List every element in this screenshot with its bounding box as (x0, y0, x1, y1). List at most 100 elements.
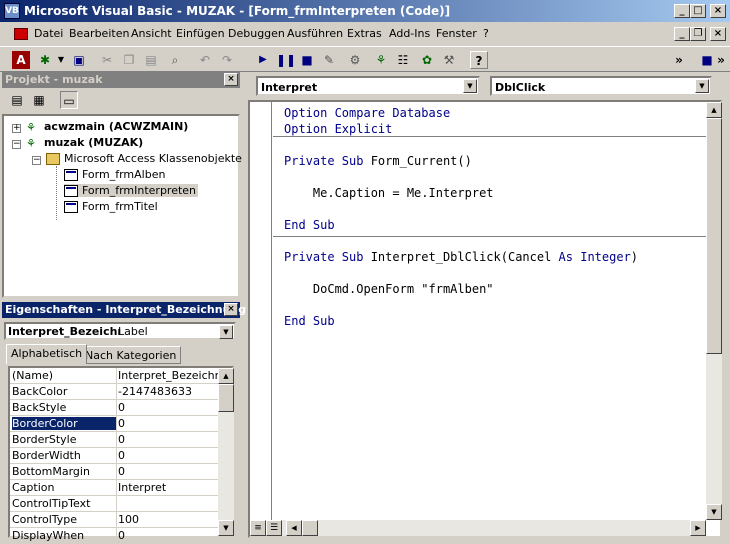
vb-small-icon[interactable] (14, 28, 28, 40)
property-row[interactable]: ControlType 100 (10, 512, 218, 528)
code-vscrollbar[interactable]: ▲ ▼ (706, 102, 722, 520)
code-line[interactable]: Private Sub Form_Current() (284, 154, 472, 168)
scroll-left-icon[interactable]: ◀ (286, 520, 302, 536)
collapse-icon[interactable]: − (32, 156, 41, 165)
property-row[interactable]: BorderWidth 0 (10, 448, 218, 464)
redo-icon[interactable]: ↷ (218, 51, 236, 69)
menu-fenster[interactable]: Fenster (436, 27, 477, 40)
property-grid[interactable]: (Name) Interpret_Bezeichnu BackColor -21474… (8, 366, 234, 544)
property-value[interactable]: 0 (118, 417, 218, 430)
vb-icon[interactable]: VB (4, 3, 20, 19)
menu-datei[interactable]: Datei (34, 27, 63, 40)
scroll-down-icon[interactable]: ▼ (706, 504, 722, 520)
property-row[interactable]: BackStyle 0 (10, 400, 218, 416)
title-bar[interactable]: VB Microsoft Visual Basic - MUZAK - [For… (0, 0, 730, 22)
menu-ausfuehren[interactable]: Ausführen (287, 27, 343, 40)
properties-header[interactable]: Eigenschaften - Interpret_Bezeichnung × (2, 302, 246, 318)
scroll-up-icon[interactable]: ▲ (706, 102, 722, 118)
undo-icon[interactable]: ↶ (196, 51, 214, 69)
property-value[interactable]: -2147483633 (118, 385, 218, 398)
property-row[interactable]: BorderStyle 0 (10, 432, 218, 448)
menu-help[interactable]: ? (483, 27, 489, 40)
design-mode-icon[interactable]: ✎ (320, 51, 338, 69)
object-browser-icon[interactable]: ✿ (418, 51, 436, 69)
project-tree[interactable]: + ⚘ acwzmain (ACWZMAIN) − ⚘ muzak (MUZAK) … (2, 114, 242, 298)
property-value[interactable]: Interpret (118, 481, 218, 494)
paste-icon[interactable]: ▤ (142, 51, 160, 69)
properties-icon[interactable]: ☷ (394, 51, 412, 69)
chevron-down-icon[interactable]: ▼ (463, 79, 477, 93)
copy-icon[interactable]: ❐ (120, 51, 138, 69)
property-row[interactable]: BorderColor 0 (10, 416, 218, 432)
menu-ansicht[interactable]: Ansicht (131, 27, 172, 40)
tab-alphabetisch[interactable]: Alphabetisch (6, 344, 88, 364)
properties-close-icon[interactable]: × (224, 303, 238, 316)
code-line[interactable]: Option Explicit (284, 122, 392, 136)
mdi-minimize-button[interactable]: _ (674, 27, 690, 41)
run-icon[interactable]: ▶ (254, 51, 272, 69)
chevron-down-icon[interactable]: ▼ (695, 79, 709, 93)
toggle-folders-icon[interactable]: ▭ (60, 91, 78, 109)
view-code-icon[interactable]: ▤ (8, 91, 26, 109)
tree-node-form-frminterpreten[interactable]: Form_frmInterpreten (64, 184, 199, 197)
reset-icon[interactable]: ■ (298, 51, 316, 69)
help-icon[interactable]: ? (470, 51, 488, 69)
toolbox-icon[interactable]: ⚒ (440, 51, 458, 69)
property-row[interactable]: BottomMargin 0 (10, 464, 218, 480)
scroll-thumb[interactable] (218, 384, 234, 412)
property-value[interactable]: Interpret_Bezeichnu (118, 369, 218, 382)
code-line[interactable]: DoCmd.OpenForm "frmAlben" (284, 282, 494, 296)
property-value[interactable]: 100 (118, 513, 218, 526)
margin-indicator-bar[interactable] (250, 102, 272, 520)
property-value[interactable]: 0 (118, 433, 218, 446)
tree-node-muzak[interactable]: ⚘ muzak (MUZAK) (26, 136, 143, 150)
property-value[interactable]: 0 (118, 529, 218, 542)
view-object-icon[interactable]: ▦ (30, 91, 48, 109)
code-line[interactable]: End Sub (284, 314, 335, 328)
scroll-thumb[interactable] (302, 520, 318, 536)
object-combo[interactable]: Interpret ▼ (256, 76, 480, 96)
close-button[interactable]: × (710, 4, 726, 18)
toolbar2-overflow-icon[interactable]: » (712, 51, 730, 69)
scroll-right-icon[interactable]: ▶ (690, 520, 706, 536)
code-line[interactable]: Me.Caption = Me.Interpret (284, 186, 494, 200)
menu-debuggen[interactable]: Debuggen (228, 27, 285, 40)
menu-add-ins[interactable]: Add-Ins (389, 27, 430, 40)
property-row[interactable]: Caption Interpret (10, 480, 218, 496)
code-hscrollbar[interactable]: ≡ ☰ ◀ ▶ (250, 520, 706, 536)
project-explorer-icon[interactable]: ⚘ (372, 51, 390, 69)
property-row[interactable]: (Name) Interpret_Bezeichnu (10, 368, 218, 384)
scroll-up-icon[interactable]: ▲ (218, 368, 234, 384)
break-icon[interactable]: ❚❚ (276, 51, 296, 69)
property-row[interactable]: BackColor -2147483633 (10, 384, 218, 400)
procedure-view-icon[interactable]: ≡ (250, 520, 266, 536)
properties-scrollbar[interactable]: ▲ ▼ (218, 368, 234, 536)
collapse-icon[interactable]: − (12, 140, 21, 149)
project-explorer-header[interactable]: Projekt - muzak × (2, 72, 240, 88)
property-row[interactable]: DisplayWhen 0 (10, 528, 218, 544)
property-value[interactable]: 0 (118, 465, 218, 478)
tree-node-form-frmalben[interactable]: Form_frmAlben (64, 168, 165, 181)
save-icon[interactable]: ▣ (70, 51, 88, 69)
tree-node-access-classes[interactable]: Microsoft Access Klassenobjekte (46, 152, 242, 165)
code-line[interactable]: Option Compare Database (284, 106, 450, 120)
procedure-combo[interactable]: DblClick ▼ (490, 76, 712, 96)
object-selector[interactable]: Interpret_Bezeichı Label ▼ (4, 322, 236, 340)
design-mode-alt-icon[interactable]: ⚙ (346, 51, 364, 69)
property-value[interactable]: 0 (118, 449, 218, 462)
mdi-restore-button[interactable]: ❐ (690, 27, 706, 41)
expand-icon[interactable]: + (12, 124, 21, 133)
property-value[interactable]: 0 (118, 401, 218, 414)
maximize-button[interactable]: □ (690, 4, 706, 18)
code-line[interactable]: End Sub (284, 218, 335, 232)
full-module-view-icon[interactable]: ☰ (266, 520, 282, 536)
code-editor[interactable]: Option Compare Database Option Explicit Pr… (248, 100, 722, 538)
menu-einfuegen[interactable]: Einfügen (176, 27, 225, 40)
menu-bearbeiten[interactable]: Bearbeiten (69, 27, 129, 40)
tree-node-form-frmtitel[interactable]: Form_frmTitel (64, 200, 158, 213)
scroll-down-icon[interactable]: ▼ (218, 520, 234, 536)
dropdown-arrow-icon[interactable]: ▼ (52, 51, 70, 69)
code-line[interactable]: Private Sub Interpret_DblClick(Cancel As… (284, 250, 638, 264)
cut-icon[interactable]: ✂ (98, 51, 116, 69)
toolbar-overflow-icon[interactable]: » (670, 51, 688, 69)
